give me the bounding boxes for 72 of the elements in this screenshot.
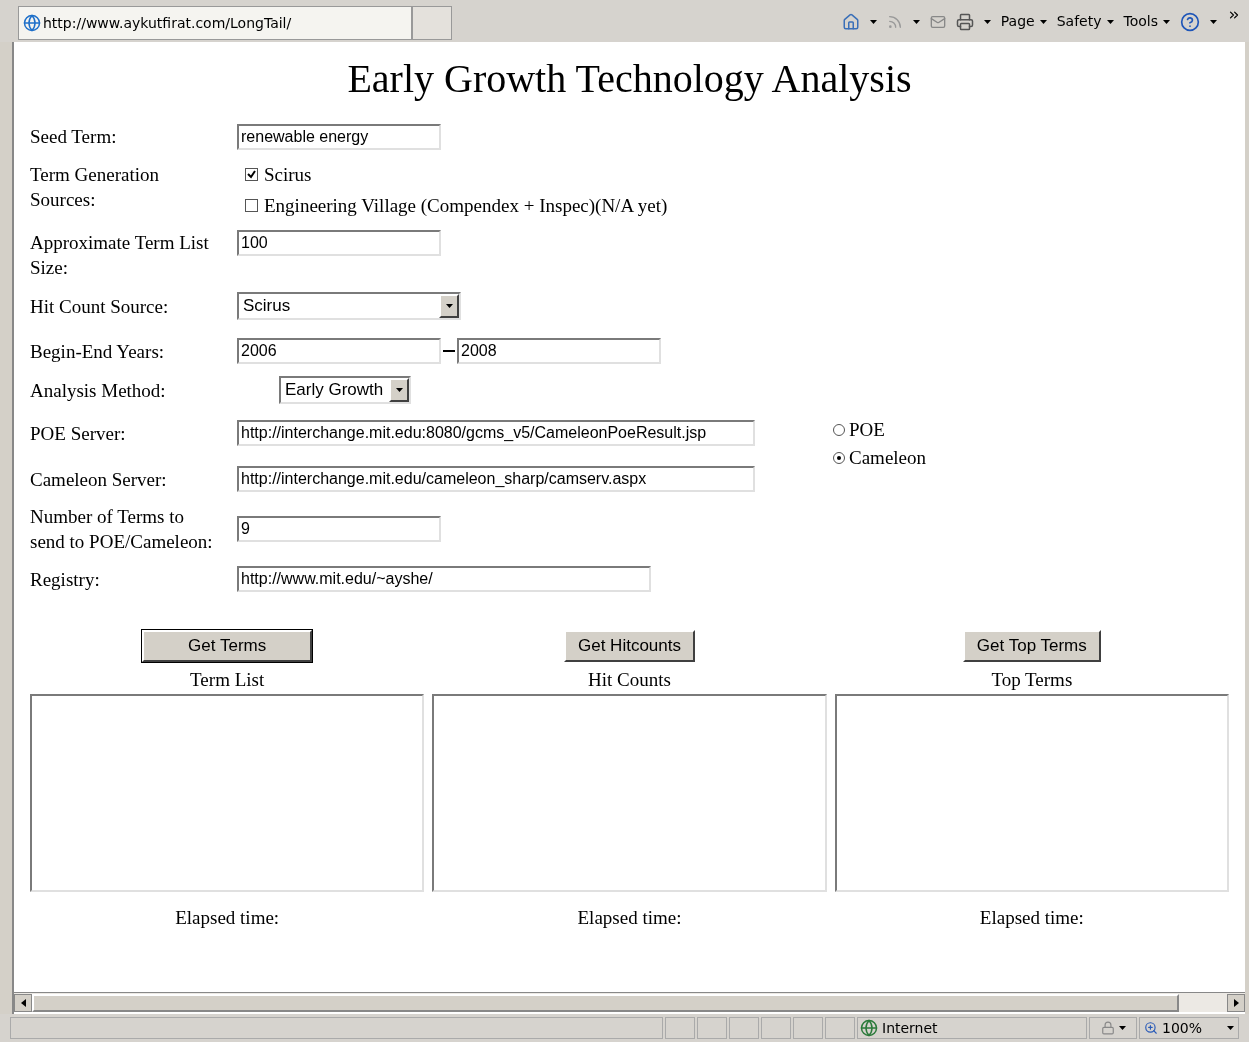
scrollbar-thumb[interactable]	[32, 993, 1179, 1012]
mail-icon[interactable]	[929, 13, 946, 30]
caret-icon	[1163, 19, 1170, 24]
radio-label: POE	[849, 418, 885, 442]
home-icon[interactable]	[841, 12, 860, 31]
text-field[interactable]: 100	[237, 230, 441, 256]
status-pane	[761, 1017, 791, 1039]
lock-icon[interactable]	[1100, 1021, 1115, 1035]
elapsed-time: Elapsed time:	[577, 906, 682, 930]
security-zone: Internet	[882, 1018, 938, 1038]
caret-icon	[395, 388, 403, 392]
caret-icon	[1227, 1026, 1234, 1030]
page-title: Early Growth Technology Analysis	[346, 55, 913, 103]
menu-button[interactable]: Safety	[1056, 11, 1114, 32]
text-field[interactable]: renewable energy	[237, 124, 441, 150]
url-field[interactable]: http://interchange.mit.edu:8080/gcms_v5/CameleonPoeResult.jsp	[237, 420, 755, 446]
url-field[interactable]: http://interchange.mit.edu/cameleon_sharp/camserv.aspx	[237, 466, 755, 492]
action-button[interactable]: Get Top Terms	[962, 630, 1101, 662]
panel-heading: Top Terms	[991, 668, 1073, 692]
print-icon[interactable]	[955, 12, 974, 31]
globe-icon	[860, 1019, 878, 1037]
field-label: Cameleon Server:	[30, 467, 168, 492]
caret-icon	[1210, 19, 1217, 24]
caret-icon	[869, 19, 877, 24]
scroll-right-icon[interactable]	[1227, 993, 1245, 1012]
field-label: Hit Count Source:	[30, 294, 170, 319]
dash-icon	[443, 350, 455, 352]
checkbox[interactable]	[245, 168, 258, 181]
dropdown[interactable]: Early Growth	[279, 376, 411, 404]
year-field[interactable]: 2008	[457, 338, 661, 364]
status-pane	[825, 1017, 855, 1039]
field-label: Term Generation Sources:	[30, 163, 160, 212]
scroll-left-icon[interactable]	[14, 993, 32, 1012]
radio-button[interactable]	[833, 452, 845, 464]
address-tab[interactable]: http://www.aykutfirat.com/LongTail/	[18, 6, 412, 40]
checkbox-label: Scirus	[264, 163, 312, 187]
caret-icon	[1118, 1026, 1126, 1030]
action-button[interactable]: Get Terms	[142, 630, 313, 662]
menu-button[interactable]: Tools	[1123, 11, 1170, 32]
caret-icon	[445, 304, 453, 308]
status-pane	[729, 1017, 759, 1039]
field-label: Begin-End Years:	[30, 339, 166, 364]
caret-icon	[912, 19, 920, 24]
field-label: Analysis Method:	[30, 378, 167, 403]
browser-logo-icon	[23, 14, 41, 32]
text-field[interactable]: 9	[237, 516, 441, 542]
checkbox[interactable]	[245, 199, 258, 212]
radio-label: Cameleon	[849, 446, 927, 470]
panel-heading: Term List	[190, 668, 265, 692]
elapsed-time: Elapsed time:	[979, 906, 1084, 930]
caret-icon	[983, 19, 991, 24]
action-button[interactable]: Get Hitcounts	[564, 630, 695, 662]
elapsed-time: Elapsed time:	[175, 906, 280, 930]
status-pane	[665, 1017, 695, 1039]
field-label: POE Server:	[30, 421, 127, 446]
caret-icon	[1039, 19, 1047, 24]
checkbox-label: Engineering Village (Compendex + Inspec)(N/A yet)	[264, 194, 668, 218]
radio-button[interactable]	[833, 424, 845, 436]
zoom-icon	[1144, 1021, 1158, 1035]
year-field[interactable]: 2006	[237, 338, 441, 364]
text-field[interactable]: http://www.mit.edu/~ayshe/	[237, 566, 651, 592]
dropdown[interactable]: Scirus	[237, 292, 461, 320]
field-label: Seed Term:	[30, 125, 118, 149]
field-label: Number of Terms to send to POE/Cameleon:	[30, 505, 214, 554]
status-pane	[697, 1017, 727, 1039]
panel-heading: Hit Counts	[588, 668, 671, 692]
field-label: Approximate Term List Size:	[30, 231, 210, 280]
field-label: Registry:	[30, 567, 101, 592]
caret-icon	[1106, 19, 1114, 24]
help-icon[interactable]	[1180, 11, 1200, 32]
menu-button[interactable]: Page	[1000, 11, 1047, 32]
status-pane	[793, 1017, 823, 1039]
